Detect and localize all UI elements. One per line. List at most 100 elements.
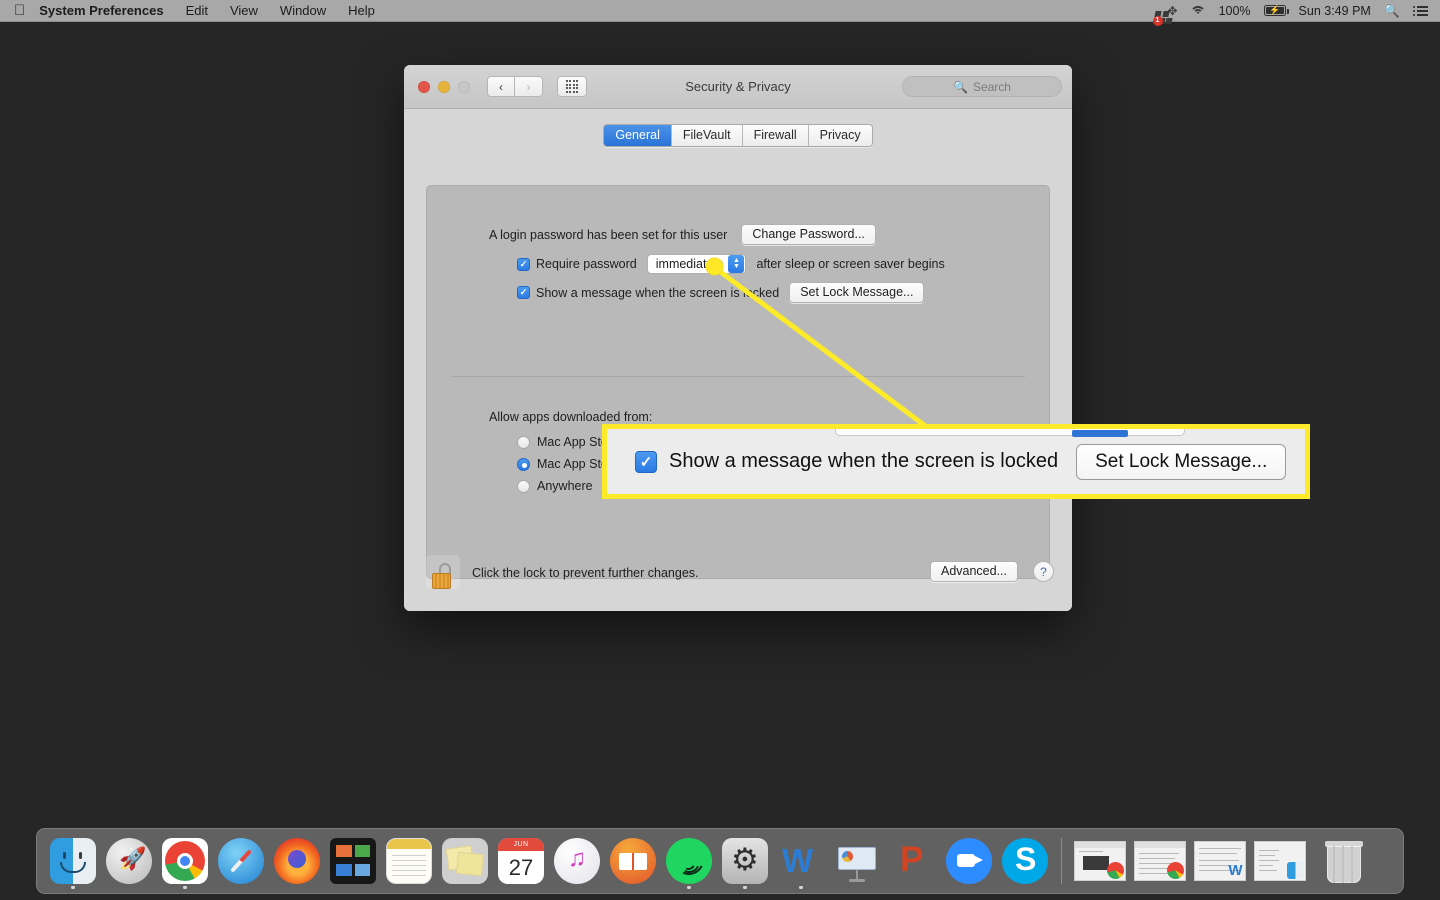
show-message-row: Show a message when the screen is locked… xyxy=(517,282,925,303)
dock-item-spotify[interactable] xyxy=(661,832,717,890)
menu-item-window[interactable]: Window xyxy=(280,3,326,18)
panel-divider xyxy=(451,376,1025,377)
search-placeholder: Search xyxy=(972,79,1011,94)
dock-item-chrome[interactable] xyxy=(157,832,213,890)
running-indicator xyxy=(183,885,187,889)
running-indicator xyxy=(687,885,691,889)
tab-filevault[interactable]: FileVault xyxy=(671,125,743,146)
dock-item-system-preferences[interactable]: ⚙ xyxy=(717,832,773,890)
menu-item-system-preferences[interactable]: System Preferences xyxy=(39,3,163,18)
dock-minimized-chrome-window-2[interactable] xyxy=(1130,832,1190,890)
close-button[interactable] xyxy=(418,80,430,93)
menu-bar-status-area: 1 ✥ 100% ⚡ Sun 3:49 PM 🔍 xyxy=(1152,3,1428,26)
chevron-updown-icon: ▲ ▼ xyxy=(728,255,745,273)
require-password-row: Require password immediately ▲▼ after sl… xyxy=(517,254,945,274)
callout-set-lock-message-button[interactable]: Set Lock Message... xyxy=(1076,443,1287,480)
dock-item-itunes[interactable]: ♫ xyxy=(549,832,605,890)
callout-anchor-dot xyxy=(706,258,723,275)
calendar-month: JUN xyxy=(498,838,544,851)
forward-button: › xyxy=(515,76,543,97)
dock-item-word[interactable]: W xyxy=(773,832,829,890)
window-body: General FileVault Firewall Privacy A log… xyxy=(404,109,1072,611)
open-padlock-icon xyxy=(432,563,454,589)
dock-item-safari[interactable] xyxy=(213,832,269,890)
show-lock-message-label: Show a message when the screen is locked xyxy=(536,285,780,300)
menu-item-help[interactable]: Help xyxy=(348,3,375,18)
notification-center-icon[interactable] xyxy=(1413,5,1428,16)
tab-bar: General FileVault Firewall Privacy xyxy=(404,109,1072,147)
wifi-icon[interactable] xyxy=(1189,5,1206,17)
dock-item-powerpoint[interactable]: P xyxy=(885,832,941,890)
login-password-label: A login password has been set for this u… xyxy=(489,227,728,242)
menu-item-edit[interactable]: Edit xyxy=(186,3,208,18)
require-password-checkbox[interactable] xyxy=(517,257,530,271)
tab-privacy[interactable]: Privacy xyxy=(808,125,872,146)
callout-checkbox[interactable]: ✓ xyxy=(635,450,657,473)
dock-item-notes[interactable] xyxy=(381,832,437,890)
callout-label: Show a message when the screen is locked xyxy=(669,450,1059,472)
require-password-suffix-label: after sleep or screen saver begins xyxy=(756,257,945,271)
allow-apps-label: Allow apps downloaded from: xyxy=(489,410,653,424)
radio-anywhere[interactable]: Anywhere xyxy=(517,479,593,493)
menu-bar-clock[interactable]: Sun 3:49 PM xyxy=(1299,4,1371,18)
tab-general[interactable]: General xyxy=(604,125,672,146)
magnified-callout: ✓ Show a message when the screen is lock… xyxy=(602,424,1310,499)
battery-charging-icon[interactable]: ⚡ xyxy=(1263,5,1289,16)
lock-hint-text: Click the lock to prevent further change… xyxy=(472,566,699,580)
dock-item-keynote[interactable] xyxy=(829,832,885,890)
radio-icon-selected xyxy=(517,457,530,471)
dock-minimized-finder-document[interactable] xyxy=(1250,832,1310,890)
radio-icon xyxy=(517,435,530,449)
clipped-control-fragment xyxy=(835,429,1185,437)
dock-item-zoom[interactable] xyxy=(941,832,997,890)
change-password-button[interactable]: Change Password... xyxy=(741,224,876,245)
security-privacy-window: ‹ › Security & Privacy 🔍 Search General … xyxy=(404,65,1072,611)
require-password-label: Require password xyxy=(536,257,637,271)
general-settings-panel: A login password has been set for this u… xyxy=(426,185,1050,579)
dock-item-trash[interactable] xyxy=(1316,832,1372,890)
dock-item-stickies[interactable] xyxy=(437,832,493,890)
login-password-row: A login password has been set for this u… xyxy=(489,224,876,245)
dock-item-ibooks[interactable] xyxy=(605,832,661,890)
tab-firewall[interactable]: Firewall xyxy=(742,125,809,146)
calendar-day: 27 xyxy=(508,855,534,880)
grid-icon xyxy=(565,80,579,93)
advanced-button[interactable]: Advanced... xyxy=(929,561,1018,582)
radio-icon xyxy=(517,479,530,493)
dock-item-firefox[interactable] xyxy=(269,832,325,890)
spotlight-search-icon[interactable]: 🔍 xyxy=(1384,3,1400,19)
show-all-grid-button[interactable] xyxy=(557,76,587,97)
battery-percent-label: 100% xyxy=(1218,3,1251,18)
window-title-bar: ‹ › Security & Privacy 🔍 Search xyxy=(404,65,1072,109)
lock-button[interactable] xyxy=(426,555,460,589)
dock: 🚀 JUN 27 ♫ ⚙ W P S W xyxy=(36,828,1404,894)
running-indicator xyxy=(71,885,75,889)
dock-item-screens[interactable] xyxy=(325,832,381,890)
search-icon: 🔍 xyxy=(953,79,968,94)
navigation-buttons: ‹ › xyxy=(487,76,543,97)
running-indicator xyxy=(799,885,803,889)
menu-item-view[interactable]: View xyxy=(230,3,258,18)
require-password-delay-select[interactable]: immediately ▲ ▼ xyxy=(646,254,747,274)
zoom-button xyxy=(458,80,470,93)
show-lock-message-checkbox[interactable] xyxy=(517,286,530,299)
dock-minimized-word-document[interactable]: W xyxy=(1190,832,1250,890)
set-lock-message-button[interactable]: Set Lock Message... xyxy=(789,282,925,303)
help-button[interactable]: ? xyxy=(1033,561,1054,582)
traffic-lights xyxy=(418,80,470,93)
dock-minimized-chrome-window-1[interactable] xyxy=(1070,832,1130,890)
menu-bar:  System Preferences Edit View Window He… xyxy=(0,0,1440,26)
sync-badge-count: 1 xyxy=(1152,15,1163,26)
apple-logo-icon[interactable]:  xyxy=(14,3,25,18)
radio-label: Anywhere xyxy=(537,479,593,493)
search-input[interactable]: 🔍 Search xyxy=(902,76,1062,97)
dock-item-finder[interactable] xyxy=(45,832,101,890)
dock-item-calendar[interactable]: JUN 27 xyxy=(493,832,549,890)
running-indicator xyxy=(743,885,747,889)
back-button[interactable]: ‹ xyxy=(487,76,515,97)
dock-separator xyxy=(1061,838,1062,884)
dock-item-launchpad[interactable]: 🚀 xyxy=(101,832,157,890)
dock-item-skype[interactable]: S xyxy=(997,832,1053,890)
window-footer: Click the lock to prevent further change… xyxy=(404,553,1072,611)
minimize-button[interactable] xyxy=(438,80,450,93)
